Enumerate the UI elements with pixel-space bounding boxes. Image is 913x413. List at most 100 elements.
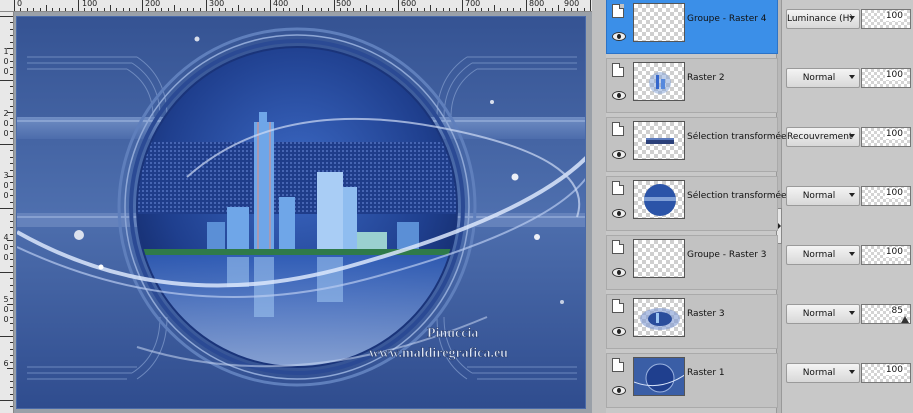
blend-mode-dropdown[interactable]: Normal [786,68,860,88]
ruler-tick [206,0,207,11]
ruler-tick [238,5,239,11]
ruler-tick [46,5,47,11]
canvas-area[interactable]: 0 100 200 300 400 500 600 700 800 900 10020030040… [0,0,592,413]
blend-mode-dropdown[interactable]: Recouvrement [786,127,860,147]
layer-item[interactable]: Sélection transformée [606,117,787,172]
blend-mode-label: Recouvrement [787,132,853,142]
ruler-tick [314,8,316,11]
layer-row[interactable]: Sélection transformée Recouvrement 100 [606,117,913,175]
chevron-down-icon [849,16,855,20]
eye-icon[interactable] [612,268,626,277]
layer-row[interactable]: Raster 2 Normal 100 [606,58,913,116]
layer-item[interactable]: Raster 2 [606,58,778,113]
layer-properties-icon[interactable] [612,299,624,313]
layer-row[interactable]: Raster 3 Normal 85 [606,294,913,352]
blend-mode-label: Normal [802,191,836,201]
eye-icon[interactable] [612,327,626,336]
ruler-tick [10,137,13,139]
opacity-field[interactable]: 85 [861,304,911,324]
blend-mode-dropdown[interactable]: Normal [786,304,860,324]
ruler-tick [193,8,195,11]
ruler-tick [10,393,13,395]
layer-properties-icon[interactable] [612,358,624,372]
ruler-tick [129,8,131,11]
ruler-tick [7,176,13,177]
opacity-field[interactable]: 100 [861,68,911,88]
opacity-field[interactable]: 100 [861,363,911,383]
ruler-tick [10,284,13,286]
layer-thumbnail [633,3,685,42]
layer-properties-icon[interactable] [612,4,624,18]
layer-item[interactable]: Raster 3 [606,294,778,349]
ruler-tick [10,220,13,222]
opacity-slider-icon[interactable] [901,316,909,323]
ruler-tick [84,8,86,11]
ruler-tick [0,272,13,273]
layer-name: Raster 3 [687,309,725,319]
layer-thumbnail [633,239,685,278]
ruler-tick [10,60,13,62]
ruler-tick [10,124,13,126]
opacity-field[interactable]: 100 [861,245,911,265]
ruler-tick [10,67,13,69]
blend-mode-dropdown[interactable]: Luminance (H) [786,9,860,29]
ruler-tick [0,80,13,81]
ruler-tick [10,348,13,350]
ruler-tick [538,8,540,11]
layer-row[interactable]: Groupe - Raster 3 Normal 100 [606,235,913,293]
layer-row[interactable]: Groupe - Raster 4 Luminance (H) 100 [606,0,913,57]
eye-icon[interactable] [612,91,626,100]
opacity-field[interactable]: 100 [861,9,911,29]
ruler-tick [167,8,169,11]
ruler-tick [0,336,13,337]
ruler-tick [10,28,13,30]
ruler-tick [0,208,13,209]
ruler-tick [346,8,348,11]
ruler-tick [442,8,444,11]
eye-icon[interactable] [612,150,626,159]
ruler-tick [462,0,463,11]
artwork: Pinuccia www.maldiregrafica.eu [17,17,585,408]
eye-icon[interactable] [612,32,626,41]
ruler-tick [212,8,214,11]
ruler-tick [10,86,13,88]
layer-name: Raster 1 [687,368,725,378]
opacity-value: 100 [884,188,904,198]
layer-row[interactable]: Raster 1 Normal 100 [606,353,913,411]
layer-properties-icon[interactable] [612,122,624,136]
layer-row[interactable]: Sélection transformée Normal 100 [606,176,913,234]
ruler-top-label: 800 [529,0,545,8]
opacity-field[interactable]: 100 [861,127,911,147]
layer-item[interactable]: Raster 1 [606,353,778,408]
layer-name: Sélection transformée [687,191,787,201]
blend-mode-dropdown[interactable]: Normal [786,363,860,383]
layer-properties-icon[interactable] [612,240,624,254]
ruler-top-label: 600 [401,0,417,8]
ruler-top-label: 300 [209,0,225,8]
eye-icon[interactable] [612,386,626,395]
ruler-tick [10,201,13,203]
ruler-tick [7,240,13,241]
layer-properties-icon[interactable] [612,63,624,77]
chevron-down-icon [849,311,855,315]
ruler-tick [10,374,13,376]
opacity-field[interactable]: 100 [861,186,911,206]
opacity-value: 100 [884,11,904,21]
ruler-tick [10,92,13,94]
ruler-top-label: 500 [336,0,352,8]
ruler-tick [257,8,259,11]
layer-item[interactable]: Groupe - Raster 4 [606,0,778,54]
blend-mode-dropdown[interactable]: Normal [786,245,860,265]
canvas-image[interactable]: Pinuccia www.maldiregrafica.eu [16,16,586,409]
blend-mode-dropdown[interactable]: Normal [786,186,860,206]
layer-item[interactable]: Sélection transformée [606,176,787,231]
layer-item[interactable]: Groupe - Raster 3 [606,235,778,290]
layer-properties-icon[interactable] [612,181,624,195]
ruler-tick [308,8,310,11]
ruler-tick [122,8,124,11]
eye-icon[interactable] [612,209,626,218]
ruler-tick [26,8,28,11]
ruler-left-label: 0 [3,253,9,262]
ruler-tick [455,8,457,11]
ruler-tick [494,5,495,11]
